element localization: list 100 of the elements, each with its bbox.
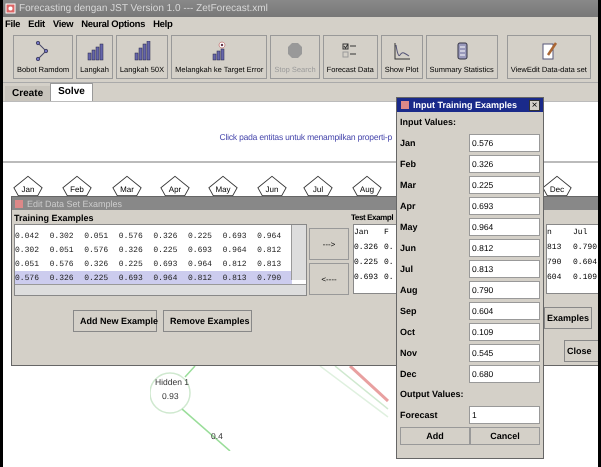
- column-header: Jan: [354, 228, 370, 237]
- table-cell-text: 0.693: [118, 274, 144, 282]
- input-node[interactable]: May: [208, 175, 238, 197]
- input-field[interactable]: 0.790: [469, 280, 540, 298]
- field-label: Jan: [400, 138, 417, 148]
- table-cell-text: 0.576: [84, 246, 110, 254]
- input-field[interactable]: 1: [469, 406, 540, 424]
- table-cell-text: 0.693: [153, 260, 178, 268]
- table-cell-text: 0.302: [50, 232, 75, 240]
- field-label: Sep: [400, 306, 418, 316]
- add-example-button[interactable]: Add New Example: [73, 310, 157, 332]
- field-label: Feb: [400, 158, 418, 168]
- table-cell-text: 0.813: [257, 260, 282, 268]
- menu-item[interactable]: Neural Options: [81, 19, 146, 30]
- dialog-title: Input Training Examples: [413, 100, 518, 110]
- horizontal-scrollbar[interactable]: [15, 284, 306, 295]
- field-label: Jun: [400, 242, 418, 252]
- table-cell-text: 813: [547, 243, 562, 252]
- table-cell-text: 0.326: [84, 260, 110, 268]
- tab[interactable]: Solve: [50, 83, 93, 101]
- table-row[interactable]: 0.576 0.326 0.225 0.693 0.964 0.812 0.813 0.790: [15, 271, 292, 285]
- table-cell-text: 0.964: [188, 260, 213, 268]
- remove-examples-button[interactable]: Remove Examples: [163, 310, 252, 332]
- input-field[interactable]: 0.813: [469, 260, 540, 278]
- table-cell: 0.: [384, 273, 394, 282]
- examples-button[interactable]: Examples: [544, 307, 592, 329]
- table-cell-text: 0.225: [188, 232, 213, 240]
- input-node[interactable]: Aug: [352, 175, 382, 197]
- weight-label: 0.4: [211, 431, 223, 441]
- table-cell: 0.: [384, 243, 394, 252]
- table-cell-text: 0.051: [84, 232, 110, 240]
- table-cell-text: 0.225: [118, 260, 144, 268]
- input-field[interactable]: 0.693: [469, 196, 540, 214]
- app-icon: [14, 198, 24, 208]
- table-cell-text: 0.326: [50, 274, 75, 282]
- table-cell-text: 0.813: [222, 274, 248, 282]
- close-button[interactable]: Close: [564, 340, 598, 362]
- table-cell-text: 0.225: [153, 246, 178, 254]
- dialog-button[interactable]: Add: [400, 427, 470, 445]
- section-label: Training Examples: [14, 213, 94, 223]
- table-cell-text: 0.693: [354, 273, 380, 282]
- field-label: Forecast: [400, 410, 439, 420]
- table-row[interactable]: 0.302 0.051 0.576 0.326 0.225 0.693 0.964 0.812: [15, 243, 292, 257]
- table-cell-text: 0.326: [153, 232, 178, 240]
- table-cell-text: 0.576: [118, 232, 144, 240]
- input-field[interactable]: 0.326: [469, 154, 540, 172]
- column-header: n: [547, 228, 553, 237]
- table-cell: 0.790: [573, 243, 598, 252]
- dialog-title: Edit Data Set Examples: [27, 198, 122, 208]
- table-cell-text: 604: [547, 273, 562, 282]
- table-cell-text: 0.326: [118, 246, 144, 254]
- dialog-button[interactable]: Cancel: [470, 427, 540, 445]
- input-field[interactable]: 0.576: [469, 134, 540, 152]
- input-node[interactable]: Jul: [303, 175, 333, 197]
- column-header: F: [384, 228, 390, 237]
- table-cell: 0.604: [573, 258, 598, 267]
- menu-item[interactable]: View: [52, 19, 74, 30]
- table-cell-text: 0.812: [188, 274, 213, 282]
- table-row[interactable]: 0.051 0.576 0.326 0.225 0.693 0.964 0.812 0.813: [15, 257, 292, 271]
- table-cell-text: 790: [547, 258, 562, 267]
- input-field[interactable]: 0.680: [469, 364, 540, 382]
- tab[interactable]: Create: [5, 86, 50, 101]
- table-cell-text: 0.576: [50, 260, 75, 268]
- input-field[interactable]: 0.109: [469, 322, 540, 340]
- table-cell-text: 0.812: [222, 260, 248, 268]
- field-label: Mar: [400, 180, 418, 190]
- app-icon: [5, 3, 16, 14]
- field-label: Aug: [400, 284, 418, 294]
- input-node[interactable]: Apr: [160, 175, 190, 197]
- table-row[interactable]: 0.042 0.302 0.051 0.576 0.326 0.225 0.693 0.964: [15, 229, 292, 243]
- vertical-scrollbar[interactable]: [291, 225, 306, 280]
- node-label: Hidden 1: [155, 377, 190, 387]
- table-cell-text: 0.964: [222, 246, 248, 254]
- table-cell-text: 0.225: [84, 274, 110, 282]
- move-left-button[interactable]: <----: [309, 263, 349, 295]
- table-cell-text: 0.302: [15, 246, 40, 254]
- input-field[interactable]: 0.964: [469, 218, 540, 236]
- input-field[interactable]: 0.545: [469, 344, 540, 362]
- field-label: Nov: [400, 348, 418, 358]
- column-header: Jul: [573, 228, 588, 237]
- input-node[interactable]: Jan: [13, 175, 43, 197]
- section-label: Output Values:: [400, 388, 465, 401]
- node-value: 0.93: [162, 391, 179, 401]
- hint-text: Click pada entitas untuk menampilkan properti-p: [220, 132, 392, 142]
- menu-item[interactable]: Edit: [28, 19, 45, 30]
- section-label: Test Exampl: [351, 213, 394, 222]
- table-cell-text: 0.964: [153, 274, 178, 282]
- close-button[interactable]: ×: [529, 100, 540, 110]
- move-right-button[interactable]: --->: [309, 228, 349, 260]
- table-cell-text: 0.790: [257, 274, 282, 282]
- field-label: May: [400, 222, 419, 232]
- input-node[interactable]: Jun: [257, 175, 287, 197]
- menu-item[interactable]: File: [5, 19, 20, 30]
- table-cell-text: 0.812: [257, 246, 282, 254]
- input-node[interactable]: Feb: [62, 175, 92, 197]
- menu-item[interactable]: Help: [153, 19, 172, 30]
- input-field[interactable]: 0.604: [469, 302, 540, 320]
- input-field[interactable]: 0.812: [469, 238, 540, 256]
- input-node[interactable]: Mar: [112, 175, 142, 197]
- input-field[interactable]: 0.225: [469, 176, 540, 194]
